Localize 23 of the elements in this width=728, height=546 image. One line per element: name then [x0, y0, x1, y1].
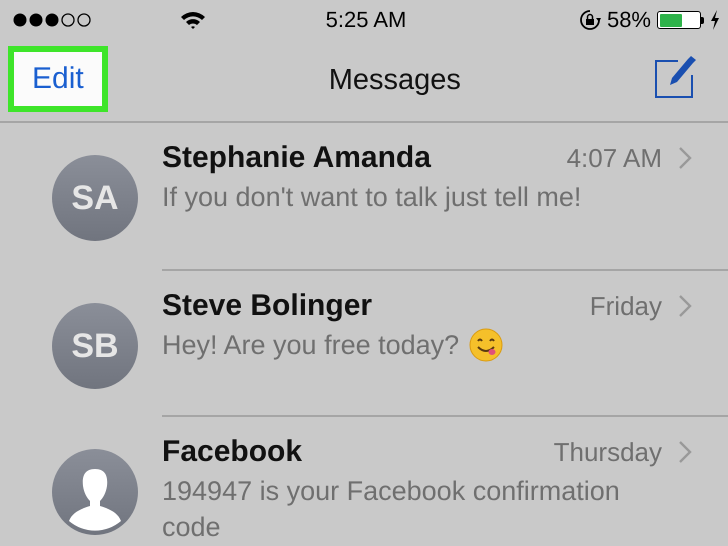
- message-preview: Hey! Are you free today?: [162, 329, 460, 362]
- clock-time: 5:25 AM: [326, 7, 406, 33]
- chevron-icon: [678, 440, 692, 464]
- chevron-icon: [678, 294, 692, 318]
- wifi-icon: [180, 10, 206, 30]
- compose-icon[interactable]: [652, 54, 696, 98]
- message-preview: If you don't want to talk just tell me!: [162, 181, 582, 214]
- message-time: Friday: [590, 290, 662, 322]
- battery-percentage: 58%: [606, 7, 651, 33]
- message-time: 4:07 AM: [566, 142, 662, 174]
- contact-avatar: SB: [52, 303, 138, 389]
- contact-name: Stephanie Amanda: [162, 141, 432, 175]
- edit-button[interactable]: Edit: [8, 46, 108, 112]
- rotation-lock-icon: [578, 9, 601, 31]
- message-preview: 194947 is your Facebook confirmation code: [162, 475, 621, 544]
- message-time: Thursday: [554, 436, 662, 468]
- contact-name: Steve Bolinger: [162, 289, 374, 323]
- battery-icon: [657, 11, 704, 29]
- contact-name: Facebook: [162, 435, 304, 469]
- chevron-icon: [678, 146, 692, 170]
- contact-avatar: SA: [52, 155, 138, 241]
- screen-title: Messages: [328, 64, 461, 97]
- charging-bolt-icon: [710, 10, 720, 30]
